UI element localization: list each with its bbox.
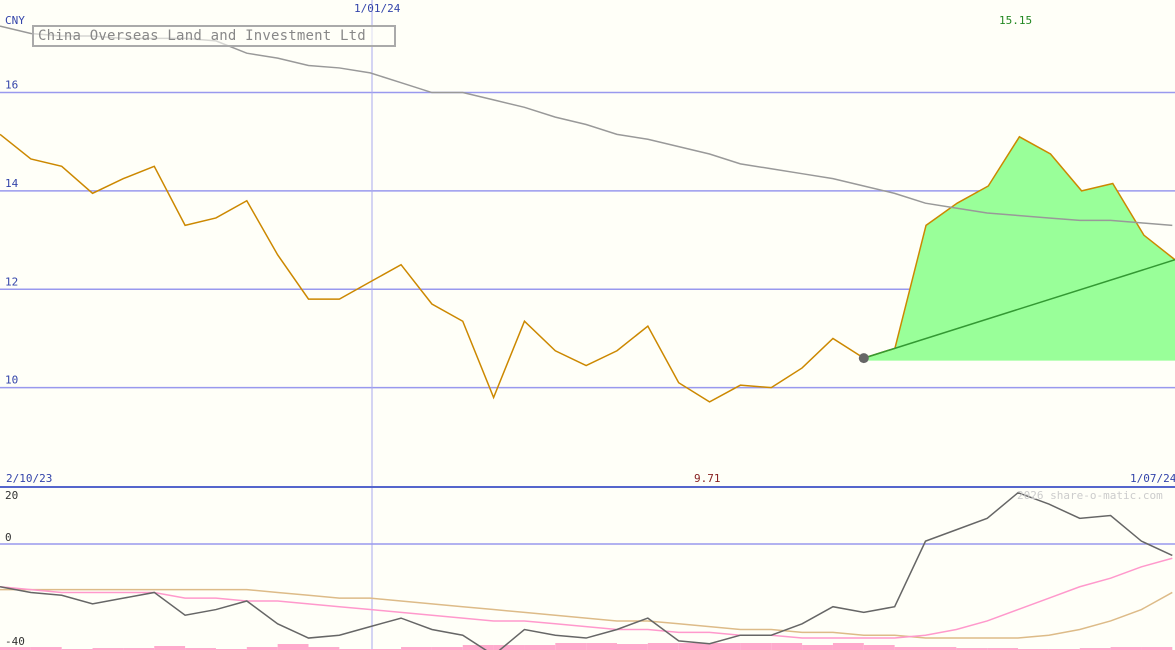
volume-bar	[277, 644, 309, 650]
date-label-start: 2/10/23	[6, 472, 52, 485]
forecast-area	[863, 136, 1175, 361]
volume-bar	[154, 646, 186, 650]
volume-bar	[832, 643, 864, 650]
credit-label: 2026 share-o-matic.com	[1017, 489, 1163, 502]
lower-y-tick-label: 20	[5, 489, 18, 502]
y-tick-label: 16	[5, 79, 18, 92]
volume-bar	[586, 643, 617, 650]
y-tick-label: 14	[5, 177, 19, 190]
volume-bar	[802, 645, 833, 650]
volume-bar	[555, 643, 587, 650]
volume-bar	[524, 645, 556, 650]
chart-title: China Overseas Land and Investment Ltd	[38, 28, 366, 44]
date-label-mid: 1/01/24	[354, 2, 401, 15]
lower-y-tick-label: -40	[5, 635, 25, 648]
volume-bar	[617, 644, 648, 650]
volume-bar	[740, 643, 772, 650]
volume-bar	[647, 643, 679, 650]
volume-bar	[709, 643, 741, 650]
y-tick-label: 10	[5, 374, 18, 387]
upper-series	[0, 25, 1175, 403]
lower-y-tick-label: 0	[5, 531, 12, 544]
currency-label: CNY	[5, 14, 25, 27]
y-tick-label: 12	[5, 275, 18, 288]
price-chart: 10 12 14 16 20 0 -40 CNY 1/01/24 2/10/23 1/07…	[0, 0, 1175, 650]
min-price-label: 9.71	[694, 472, 721, 485]
volume-bar	[863, 645, 895, 650]
last-price-point	[858, 353, 869, 364]
date-label-end: 1/07/24	[1130, 472, 1175, 485]
lower-series	[0, 491, 1173, 650]
max-price-label: 15.15	[999, 14, 1032, 27]
price-line	[0, 133, 865, 403]
lower-grid: 20 0 -40	[0, 489, 1175, 648]
volume-bar	[771, 643, 803, 650]
signal-pink-line	[0, 557, 1173, 639]
volume-bar	[493, 645, 525, 650]
